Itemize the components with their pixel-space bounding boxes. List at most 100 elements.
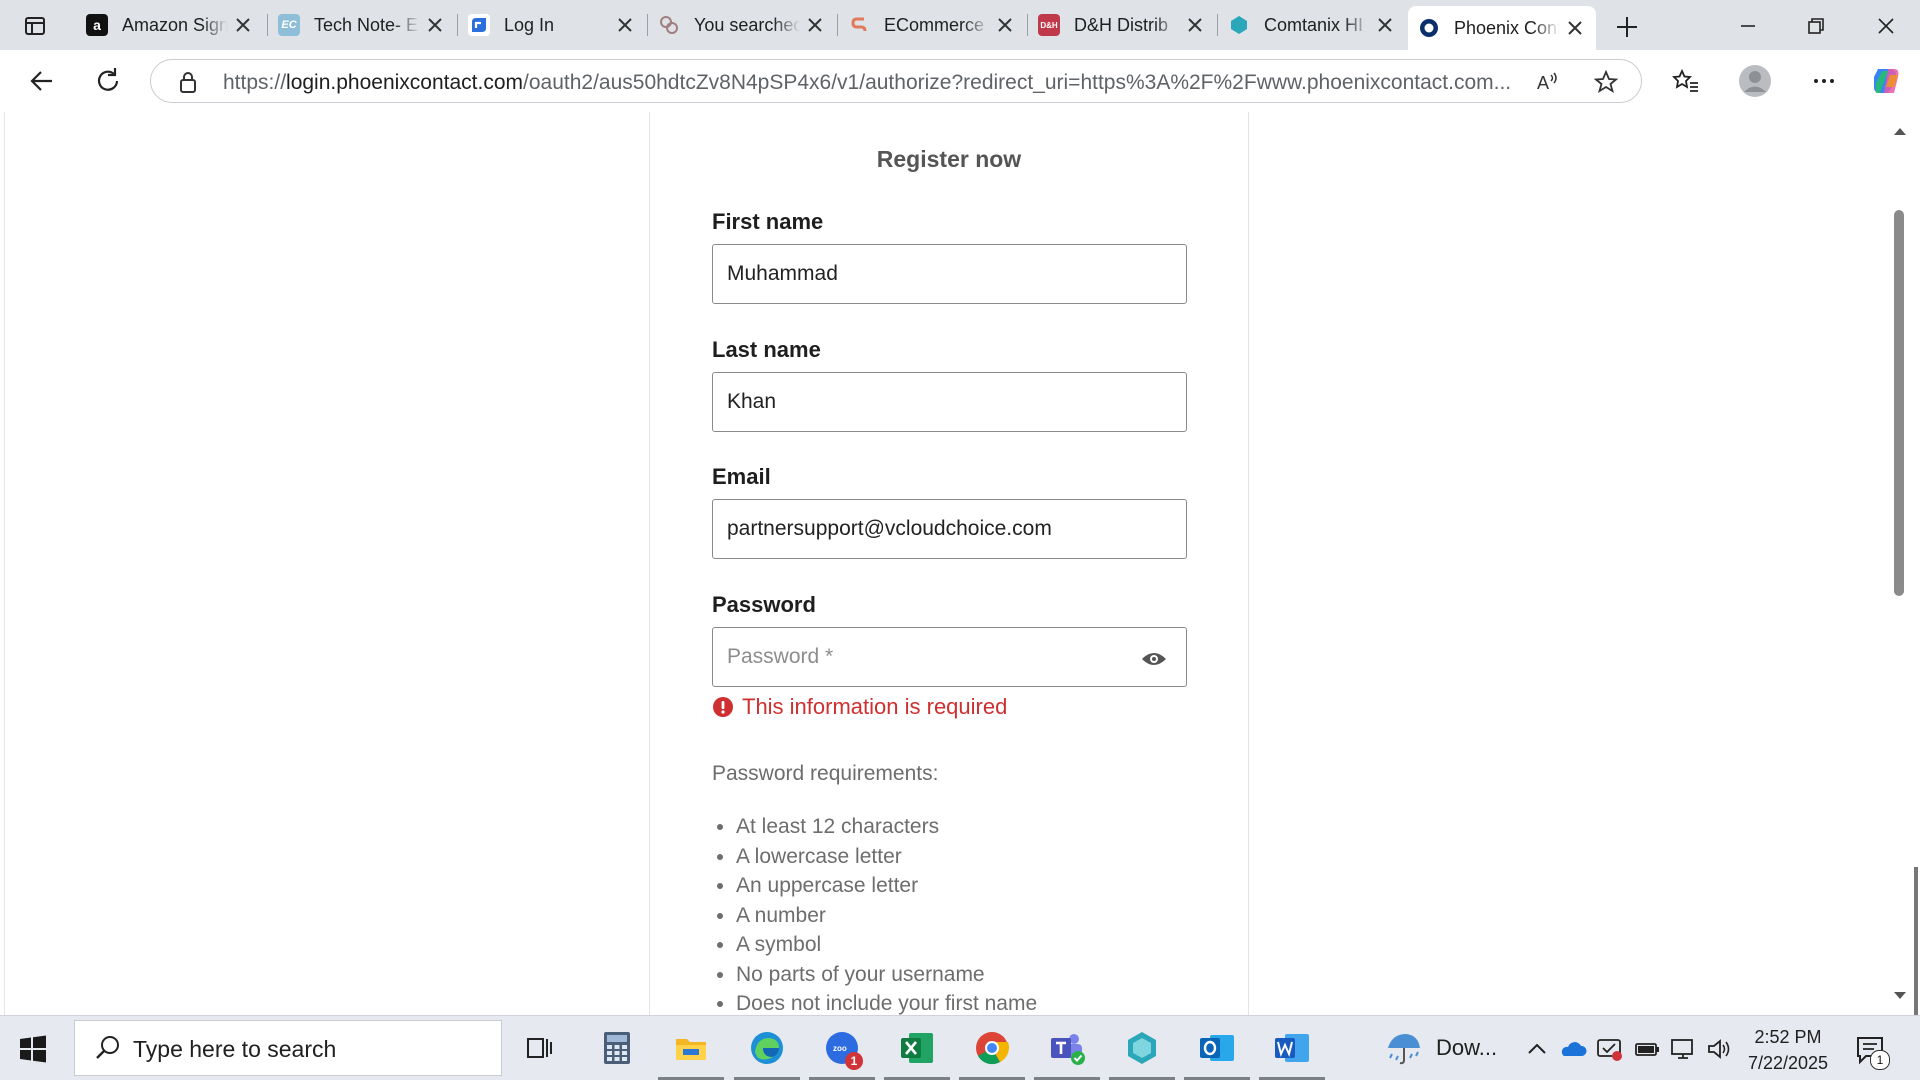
close-tab-icon[interactable] bbox=[806, 16, 824, 34]
url-text[interactable]: https://login.phoenixcontact.com/oauth2/… bbox=[223, 71, 1513, 95]
windows-taskbar: Type here to search zoo 1 Dow... 2:52 PM… bbox=[0, 1015, 1920, 1080]
email-field[interactable] bbox=[712, 499, 1187, 559]
close-tab-icon[interactable] bbox=[616, 16, 634, 34]
comtanix-app[interactable] bbox=[1109, 1026, 1175, 1080]
onedrive-cloud-icon[interactable] bbox=[1559, 1036, 1587, 1062]
favorites-icon[interactable] bbox=[1670, 65, 1702, 97]
tab-you-searched[interactable]: You searched bbox=[648, 6, 836, 44]
teams-icon bbox=[1051, 1034, 1085, 1065]
task-view-button[interactable] bbox=[517, 1026, 563, 1070]
url-host: login.phoenixcontact.com bbox=[286, 71, 524, 94]
phoenix-icon bbox=[1418, 17, 1440, 39]
outlook-app[interactable] bbox=[1184, 1026, 1250, 1080]
word-app[interactable] bbox=[1259, 1026, 1325, 1080]
word-icon bbox=[1275, 1034, 1309, 1062]
lock-icon[interactable] bbox=[175, 69, 201, 95]
minimize-icon[interactable] bbox=[1734, 12, 1762, 40]
close-tab-icon[interactable] bbox=[1376, 16, 1394, 34]
tab-dh-distrib[interactable]: D&H D&H Distrib bbox=[1028, 6, 1216, 44]
page-viewport: Register now First name Last name Email … bbox=[0, 112, 1920, 1015]
tab-title: Phoenix Contact bbox=[1454, 17, 1560, 38]
zoom-notification-badge: 1 bbox=[845, 1052, 863, 1070]
clock-time: 2:52 PM bbox=[1754, 1027, 1822, 1047]
tab-title: D&H Distrib bbox=[1074, 14, 1169, 35]
clock-date: 7/22/2025 bbox=[1747, 1053, 1829, 1073]
zoom-app[interactable]: zoo 1 bbox=[809, 1026, 875, 1080]
calculator-icon bbox=[604, 1032, 630, 1064]
tab-title: ECommerce bbox=[884, 14, 985, 35]
close-tab-icon[interactable] bbox=[234, 16, 252, 34]
ecommerce-icon bbox=[848, 14, 870, 36]
network-icon[interactable] bbox=[1669, 1036, 1697, 1062]
scrollbar-thumb[interactable] bbox=[1894, 210, 1904, 596]
teams-app[interactable] bbox=[1034, 1026, 1100, 1080]
last-name-field[interactable] bbox=[712, 372, 1187, 432]
requirement-item: An uppercase letter bbox=[736, 871, 1037, 901]
windows-start-icon[interactable] bbox=[18, 1034, 48, 1064]
system-clock[interactable]: 2:52 PM 7/22/2025 bbox=[1740, 1024, 1836, 1076]
password-field[interactable] bbox=[712, 627, 1187, 687]
battery-icon[interactable] bbox=[1633, 1036, 1661, 1062]
svg-text:A: A bbox=[1537, 73, 1549, 93]
show-password-icon[interactable] bbox=[1140, 649, 1168, 669]
tab-actions-button[interactable] bbox=[14, 10, 56, 42]
notification-center-button[interactable]: 1 bbox=[1854, 1034, 1890, 1070]
tab-ecommerce[interactable]: ECommerce bbox=[838, 6, 1026, 44]
last-name-label: Last name bbox=[712, 337, 821, 362]
refresh-icon[interactable] bbox=[92, 65, 124, 97]
registration-card: Register now First name Last name Email … bbox=[649, 112, 1249, 1015]
close-tab-icon[interactable] bbox=[996, 16, 1014, 34]
url-scheme: https:// bbox=[223, 71, 287, 94]
svg-text:zoo: zoo bbox=[833, 1044, 847, 1053]
chrome-app[interactable] bbox=[959, 1026, 1025, 1080]
tab-title: Comtanix HI bbox=[1264, 14, 1364, 35]
tab-comtanix[interactable]: Comtanix HI bbox=[1218, 6, 1406, 44]
security-status-icon[interactable] bbox=[1595, 1036, 1623, 1062]
url-path: /oauth2/aus50hdtcZv8N4pSP4x6/v1/authoriz… bbox=[523, 71, 1512, 94]
close-tab-icon[interactable] bbox=[1566, 19, 1584, 37]
scrollbar-track-marker bbox=[1914, 867, 1918, 1015]
tab-tech-note[interactable]: EC Tech Note- E bbox=[268, 6, 456, 44]
chrome-icon bbox=[976, 1032, 1010, 1065]
first-name-field[interactable] bbox=[712, 244, 1187, 304]
back-icon[interactable] bbox=[26, 65, 58, 97]
requirement-item: Does not include your first name bbox=[736, 989, 1037, 1015]
address-bar[interactable]: https://login.phoenixcontact.com/oauth2/… bbox=[150, 59, 1642, 103]
more-menu-icon[interactable] bbox=[1808, 65, 1840, 97]
task-view-icon bbox=[527, 1038, 552, 1058]
taskbar-search-box[interactable]: Type here to search bbox=[74, 1020, 502, 1076]
requirement-item: A symbol bbox=[736, 930, 1037, 960]
read-aloud-icon[interactable]: A bbox=[1535, 69, 1561, 95]
tab-amazon[interactable]: a Amazon Sign-In bbox=[76, 6, 264, 44]
excel-icon bbox=[901, 1033, 933, 1063]
weather-widget[interactable]: Dow... bbox=[1384, 1030, 1497, 1066]
scroll-up-arrow-icon[interactable] bbox=[1892, 124, 1908, 138]
scroll-down-arrow-icon[interactable] bbox=[1892, 989, 1908, 1003]
volume-icon[interactable] bbox=[1705, 1036, 1733, 1062]
calculator-app[interactable] bbox=[594, 1026, 640, 1070]
close-window-icon[interactable] bbox=[1872, 12, 1900, 40]
close-tab-icon[interactable] bbox=[426, 16, 444, 34]
comtanix-icon bbox=[1228, 14, 1250, 36]
restore-icon[interactable] bbox=[1802, 12, 1830, 40]
edge-app[interactable] bbox=[734, 1026, 800, 1080]
excel-app[interactable] bbox=[884, 1026, 950, 1080]
favorite-star-icon[interactable] bbox=[1593, 69, 1619, 95]
comtanix-app-icon bbox=[1128, 1032, 1156, 1064]
close-tab-icon[interactable] bbox=[1186, 16, 1204, 34]
folder-icon bbox=[676, 1039, 706, 1060]
tab-phoenix-contact[interactable]: Phoenix Contact bbox=[1408, 6, 1596, 50]
profile-avatar[interactable] bbox=[1738, 64, 1772, 98]
show-hidden-icons-chevron-icon[interactable] bbox=[1523, 1036, 1551, 1062]
tab-title: Amazon Sign-In bbox=[122, 14, 228, 35]
new-tab-icon[interactable] bbox=[1612, 12, 1642, 42]
browser-toolbar: https://login.phoenixcontact.com/oauth2/… bbox=[0, 50, 1920, 112]
search-icon bbox=[96, 1036, 119, 1059]
tab-log-in[interactable]: Log In bbox=[458, 6, 646, 44]
copilot-icon[interactable] bbox=[1868, 63, 1904, 99]
password-requirements-list: At least 12 characters A lowercase lette… bbox=[712, 812, 1037, 1015]
taskbar-search-placeholder: Type here to search bbox=[133, 1036, 337, 1062]
file-explorer-app[interactable] bbox=[658, 1026, 724, 1080]
requirement-item: A lowercase letter bbox=[736, 842, 1037, 872]
page-left-border bbox=[4, 112, 5, 1015]
